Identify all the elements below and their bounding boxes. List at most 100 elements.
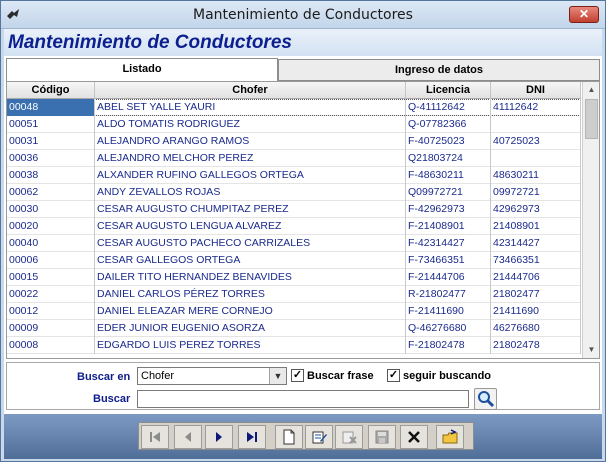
buscar-en-select[interactable]: Chofer ▼: [137, 367, 287, 385]
tab-listado[interactable]: Listado: [6, 58, 278, 81]
cell-codigo: 00006: [7, 252, 95, 269]
table-row[interactable]: 00006 CESAR GALLEGOS ORTEGA F-73466351 7346…: [7, 252, 581, 269]
cell-dni: 40725023: [491, 133, 581, 150]
window-title: Mantenimiento de Conductores: [193, 7, 413, 23]
scroll-thumb[interactable]: [585, 99, 598, 139]
chevron-down-icon[interactable]: ▼: [269, 368, 286, 384]
table-row[interactable]: 00036 ALEJANDRO MELCHOR PEREZ Q21803724: [7, 150, 581, 167]
cell-licencia: Q-46276680: [406, 320, 491, 337]
next-icon: [216, 432, 222, 442]
cell-codigo: 00036: [7, 150, 95, 167]
table-row[interactable]: 00008 EDGARDO LUIS PEREZ TORRES F-21802478…: [7, 337, 581, 354]
scroll-up-icon[interactable]: ▲: [584, 82, 599, 98]
toolbar-button-group: [138, 422, 474, 450]
cell-licencia: F-21444706: [406, 269, 491, 286]
table-row[interactable]: 00051 ALDO TOMATIS RODRIGUEZ Q-07782366: [7, 116, 581, 133]
cell-chofer: ANDY ZEVALLOS ROJAS: [95, 184, 406, 201]
cell-chofer: CESAR AUGUSTO PACHECO CARRIZALES: [95, 235, 406, 252]
delete-icon: [342, 431, 357, 444]
table-row[interactable]: 00022 DANIEL CARLOS PÉREZ TORRES R-2180247…: [7, 286, 581, 303]
cell-dni: 48630211: [491, 167, 581, 184]
buscar-frase-label: Buscar frase: [307, 370, 374, 382]
cell-chofer: EDGARDO LUIS PEREZ TORRES: [95, 337, 406, 354]
cell-codigo: 00051: [7, 116, 95, 133]
table-row[interactable]: 00031 ALEJANDRO ARANGO RAMOS F-40725023 407…: [7, 133, 581, 150]
page-title: Mantenimiento de Conductores: [8, 32, 292, 53]
column-header-dni[interactable]: DNI: [491, 82, 581, 99]
cell-dni: 21444706: [491, 269, 581, 286]
vertical-scrollbar[interactable]: ▲ ▼: [582, 82, 599, 358]
first-icon: [150, 432, 160, 442]
edit-record-button[interactable]: [305, 425, 333, 449]
grid-rows: 00048 ABEL SET YALLE YAURI Q-41112642 41112…: [7, 99, 581, 354]
cancel-button[interactable]: [400, 425, 428, 449]
cell-chofer: DAILER TITO HERNANDEZ BENAVIDES: [95, 269, 406, 286]
cell-dni: 21802478: [491, 337, 581, 354]
cell-codigo: 00022: [7, 286, 95, 303]
table-row[interactable]: 00015 DAILER TITO HERNANDEZ BENAVIDES F-21…: [7, 269, 581, 286]
table-row[interactable]: 00048 ABEL SET YALLE YAURI Q-41112642 41112…: [7, 99, 581, 116]
cell-dni: 46276680: [491, 320, 581, 337]
cell-codigo: 00062: [7, 184, 95, 201]
buscar-en-value: Chofer: [141, 370, 175, 382]
first-record-button[interactable]: [141, 425, 169, 449]
table-row[interactable]: 00038 ALXANDER RUFINO GALLEGOS ORTEGA F-48…: [7, 167, 581, 184]
table-row[interactable]: 00009 EDER JUNIOR EUGENIO ASORZA Q-4627668…: [7, 320, 581, 337]
cell-licencia: F-21802478: [406, 337, 491, 354]
table-row[interactable]: 00030 CESAR AUGUSTO CHUMPITAZ PEREZ F-4296…: [7, 201, 581, 218]
form-content: Mantenimiento de Conductores Listado Ing…: [4, 29, 602, 459]
drivers-grid[interactable]: Código Chofer Licencia DNI 00048 ABEL SET…: [6, 81, 600, 359]
cell-codigo: 00015: [7, 269, 95, 286]
cancel-icon: [408, 431, 420, 443]
cell-dni: 41112642: [491, 99, 581, 116]
cell-chofer: CESAR AUGUSTO LENGUA ALVAREZ: [95, 218, 406, 235]
save-icon: [375, 430, 389, 444]
save-record-button[interactable]: [368, 425, 396, 449]
cell-codigo: 00009: [7, 320, 95, 337]
navigation-toolbar: [4, 414, 602, 459]
delete-record-button[interactable]: [335, 425, 363, 449]
table-row[interactable]: 00040 CESAR AUGUSTO PACHECO CARRIZALES F-4…: [7, 235, 581, 252]
previous-record-button[interactable]: [174, 425, 202, 449]
buscar-frase-checkbox[interactable]: ✓: [291, 369, 304, 382]
table-row[interactable]: 00012 DANIEL ELEAZAR MERE CORNEJO F-214116…: [7, 303, 581, 320]
close-button[interactable]: ✕: [569, 6, 599, 23]
column-header-codigo[interactable]: Código: [7, 82, 95, 99]
seguir-buscando-checkbox[interactable]: ✓: [387, 369, 400, 382]
scroll-down-icon[interactable]: ▼: [584, 342, 599, 358]
cell-licencia: F-21408901: [406, 218, 491, 235]
cell-chofer: EDER JUNIOR EUGENIO ASORZA: [95, 320, 406, 337]
cell-chofer: CESAR GALLEGOS ORTEGA: [95, 252, 406, 269]
cell-chofer: ALEJANDRO MELCHOR PEREZ: [95, 150, 406, 167]
new-record-button[interactable]: [275, 425, 303, 449]
cell-dni: 21802477: [491, 286, 581, 303]
tab-ingreso-de-datos[interactable]: Ingreso de datos: [278, 59, 600, 81]
next-record-button[interactable]: [205, 425, 233, 449]
cell-codigo: 00031: [7, 133, 95, 150]
table-row[interactable]: 00020 CESAR AUGUSTO LENGUA ALVAREZ F-21408…: [7, 218, 581, 235]
column-header-licencia[interactable]: Licencia: [406, 82, 491, 99]
cell-licencia: F-42962973: [406, 201, 491, 218]
table-row[interactable]: 00062 ANDY ZEVALLOS ROJAS Q09972721 0997272…: [7, 184, 581, 201]
cell-chofer: DANIEL CARLOS PÉREZ TORRES: [95, 286, 406, 303]
cell-dni: 42314427: [491, 235, 581, 252]
cell-licencia: F-48630211: [406, 167, 491, 184]
cell-codigo: 00020: [7, 218, 95, 235]
exit-button[interactable]: [436, 425, 464, 449]
form-header: Mantenimiento de Conductores: [4, 29, 602, 56]
cell-codigo: 00038: [7, 167, 95, 184]
cell-licencia: F-40725023: [406, 133, 491, 150]
cell-dni: 09972721: [491, 184, 581, 201]
cell-licencia: F-21411690: [406, 303, 491, 320]
cell-licencia: Q-41112642: [406, 99, 491, 116]
last-record-button[interactable]: [238, 425, 266, 449]
exit-icon: [442, 429, 458, 444]
cell-chofer: ALEJANDRO ARANGO RAMOS: [95, 133, 406, 150]
search-button[interactable]: [474, 388, 497, 410]
cell-codigo: 00048: [7, 99, 95, 116]
column-header-chofer[interactable]: Chofer: [95, 82, 406, 99]
last-icon: [247, 432, 257, 442]
title-bar: Mantenimiento de Conductores ✕: [1, 1, 605, 29]
cell-licencia: R-21802477: [406, 286, 491, 303]
search-input[interactable]: [137, 390, 469, 408]
